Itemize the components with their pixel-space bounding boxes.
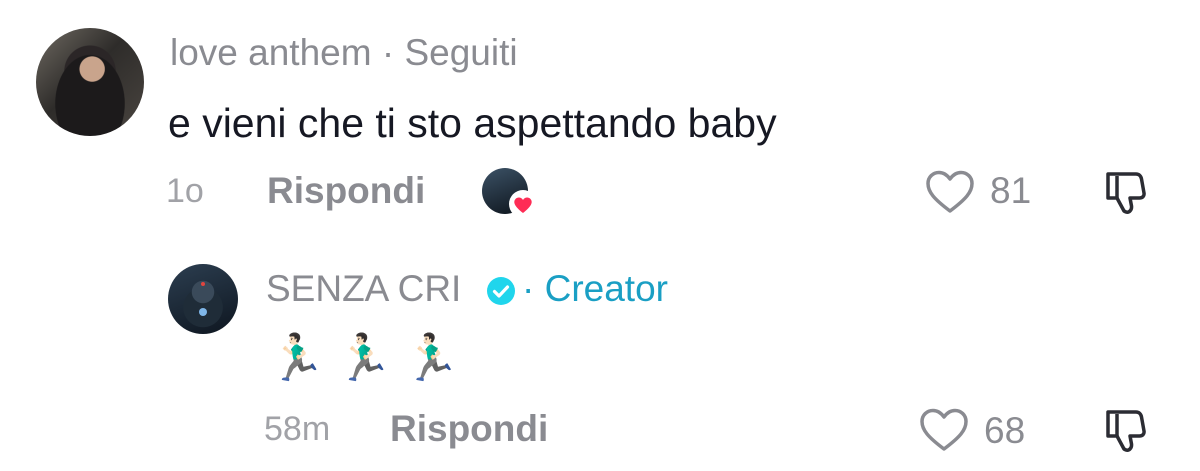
dislike-icon[interactable] [1100,406,1154,456]
creator-avatar[interactable] [168,264,238,334]
comment-header: love anthem · Seguiti [170,32,518,74]
comment-text: e vieni che ti sto aspettando baby [168,100,777,146]
header-separator: · [522,268,535,309]
reply-button[interactable]: Rispondi [267,170,425,212]
commenter-avatar[interactable] [36,28,144,136]
commenter-username[interactable]: love anthem [170,32,372,73]
creator-badge: · Creator [522,268,668,310]
reply-button[interactable]: Rispondi [390,408,548,450]
dislike-icon[interactable] [1100,168,1154,218]
like-heart-icon[interactable] [924,168,976,216]
relation-label: Seguiti [404,32,518,73]
creator-username[interactable]: SENZA CRI [266,268,461,310]
verified-check-icon [487,277,515,305]
like-heart-icon[interactable] [918,406,970,454]
like-count: 68 [984,410,1026,451]
header-separator: · [381,32,395,73]
heart-icon [509,190,537,218]
comment-timestamp: 1o [166,172,204,210]
like-count: 81 [990,170,1032,211]
reply-timestamp: 58m [264,410,331,448]
creator-label: Creator [544,268,668,309]
reply-text: 🏃🏻‍♂️🏃🏻‍♂️🏃🏻‍♂️ [268,331,470,383]
